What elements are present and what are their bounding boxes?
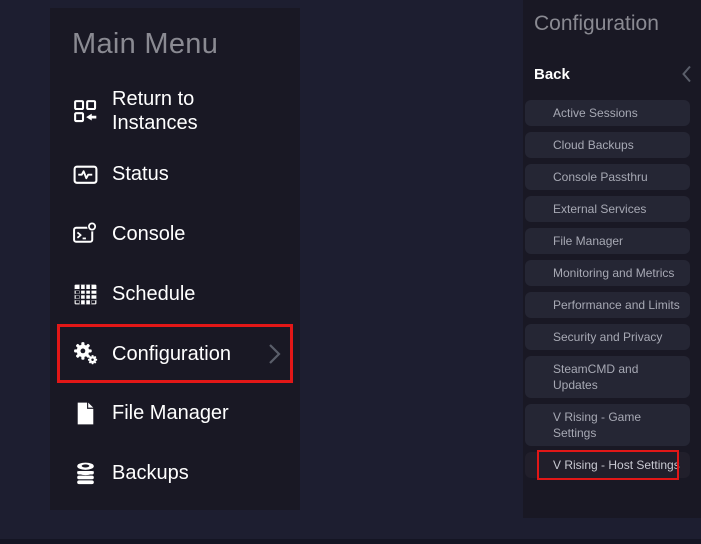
menu-item-label: Backups — [112, 462, 189, 484]
config-button-console-passthru[interactable]: Console Passthru — [525, 164, 690, 190]
config-button-active-sessions[interactable]: Active Sessions — [525, 100, 690, 126]
menu-item-status[interactable]: Status — [50, 144, 300, 204]
back-label: Back — [534, 65, 570, 83]
menu-item-schedule[interactable]: Schedule — [50, 264, 300, 324]
menu-item-backups[interactable]: Backups — [50, 443, 300, 503]
menu-item-label: Console — [112, 223, 186, 245]
console-icon — [72, 221, 99, 248]
chevron-left-icon — [680, 64, 693, 84]
back-button[interactable]: Back — [534, 64, 693, 84]
config-button-performance-and-limits[interactable]: Performance and Limits — [525, 292, 690, 318]
status-icon — [72, 161, 99, 188]
config-button-v-rising-host-settings[interactable]: V Rising - Host Settings — [525, 450, 690, 480]
menu-item-label: Schedule — [112, 283, 196, 305]
window-bottom-edge — [0, 539, 701, 544]
config-button-security-and-privacy[interactable]: Security and Privacy — [525, 324, 690, 350]
config-button-file-manager[interactable]: File Manager — [525, 228, 690, 254]
main-menu-panel: Main Menu Return to Instances Status Con… — [50, 8, 300, 510]
menu-item-label: Configuration — [112, 342, 231, 365]
config-button-steamcmd-and-updates[interactable]: SteamCMD and Updates — [525, 356, 690, 398]
main-menu-list: Return to Instances Status Console Sched… — [50, 78, 300, 503]
config-button-v-rising-game-settings[interactable]: V Rising - Game Settings — [525, 404, 690, 446]
configuration-section-list: Active Sessions Cloud Backups Console Pa… — [525, 100, 690, 480]
main-menu-title: Main Menu — [72, 28, 219, 60]
file-icon — [72, 400, 99, 427]
menu-item-label: Status — [112, 163, 169, 185]
config-button-monitoring-and-metrics[interactable]: Monitoring and Metrics — [525, 260, 690, 286]
menu-item-label: File Manager — [112, 402, 229, 424]
database-icon — [72, 460, 99, 487]
menu-item-configuration[interactable]: Configuration — [57, 324, 293, 383]
configuration-title: Configuration — [534, 12, 659, 35]
menu-item-label: Return to Instances — [112, 88, 198, 134]
schedule-icon — [72, 281, 99, 308]
instances-icon — [72, 98, 99, 125]
chevron-right-icon — [267, 341, 282, 367]
menu-item-console[interactable]: Console — [50, 204, 300, 264]
menu-item-file-manager[interactable]: File Manager — [50, 383, 300, 443]
config-button-label: V Rising - Host Settings — [553, 458, 680, 472]
configuration-panel: Configuration Back Active Sessions Cloud… — [523, 0, 701, 518]
menu-item-return-to-instances[interactable]: Return to Instances — [50, 78, 300, 144]
config-button-cloud-backups[interactable]: Cloud Backups — [525, 132, 690, 158]
configuration-gears-icon — [72, 340, 99, 367]
config-button-external-services[interactable]: External Services — [525, 196, 690, 222]
